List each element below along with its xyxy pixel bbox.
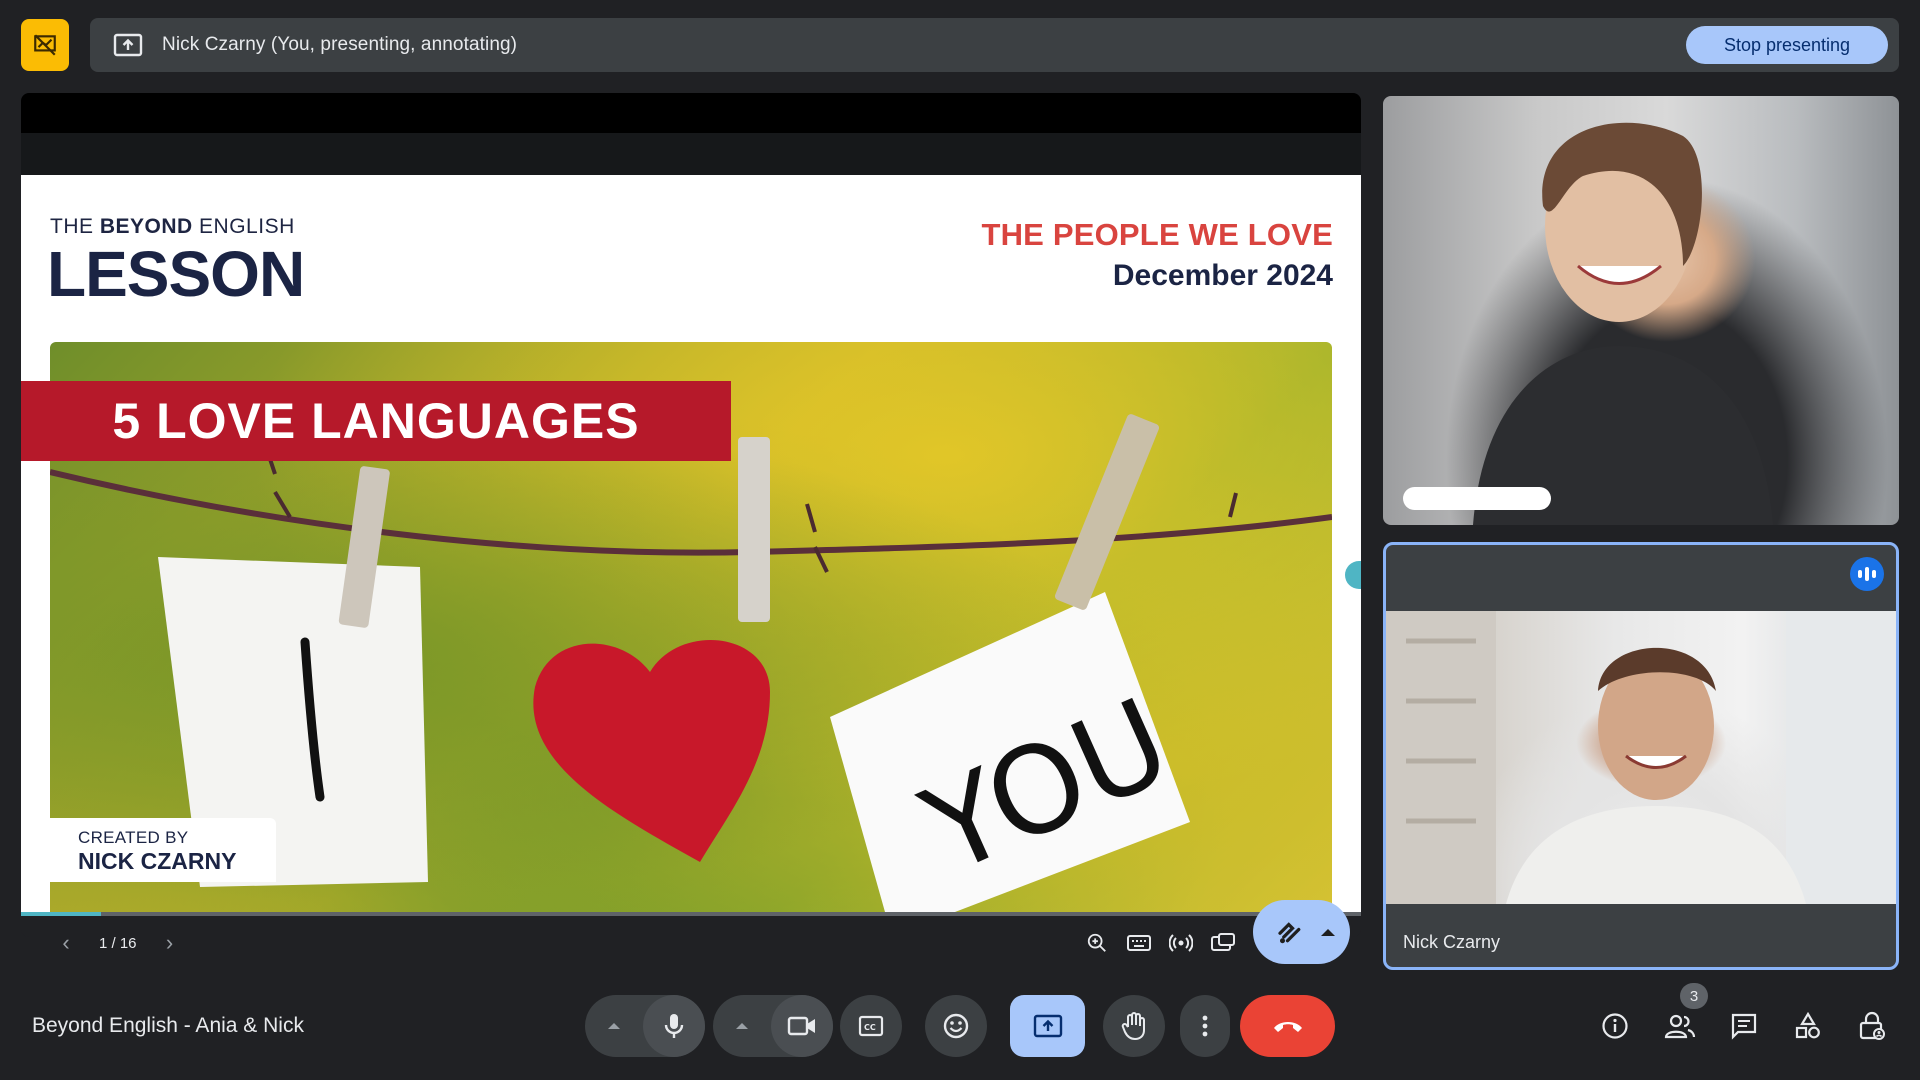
topic-banner: 5 LOVE LANGUAGES (21, 381, 731, 461)
meeting-details-button[interactable] (1595, 1006, 1635, 1046)
presenting-bar: Nick Czarny (You, presenting, annotating… (90, 18, 1899, 72)
slide-page-number: 1 / 16 (99, 934, 137, 952)
slide-tools (1083, 928, 1237, 958)
reactions-button[interactable] (925, 995, 987, 1057)
stage-letterbox-top (21, 93, 1361, 133)
activities-button[interactable] (1788, 1006, 1828, 1046)
brand-prefix: THE (50, 215, 94, 238)
host-controls-button[interactable] (1852, 1006, 1892, 1046)
broadcast-icon[interactable] (1167, 929, 1195, 957)
zoom-in-icon[interactable] (1083, 929, 1111, 957)
slide-progress-track (21, 912, 1361, 916)
participant-video-nick (1386, 611, 1896, 904)
annotate-pen-icon (1273, 915, 1307, 949)
video-settings-caret-icon[interactable] (713, 995, 771, 1057)
camera-control-group (713, 995, 833, 1057)
raise-hand-button[interactable] (1103, 995, 1165, 1057)
slide-progress-fill (21, 912, 102, 916)
presenter-status-text: Nick Czarny (You, presenting, annotating… (162, 34, 518, 55)
annotation-toggle[interactable] (1253, 900, 1350, 964)
speaking-indicator-icon (1850, 557, 1884, 591)
stop-presenting-button[interactable]: Stop presenting (1686, 26, 1888, 64)
leave-call-control (1240, 995, 1335, 1057)
slide-date: December 2024 (1112, 259, 1333, 292)
participant-video-ania (1473, 122, 1773, 525)
author-credit-label: CREATED BY (78, 828, 189, 847)
closed-captions-icon: CC (858, 1015, 884, 1037)
emoji-icon (943, 1013, 969, 1039)
brand-suffix: ENGLISH (199, 215, 295, 238)
presenting-indicator[interactable] (21, 19, 69, 71)
present-control (1010, 995, 1085, 1057)
info-icon (1602, 1013, 1628, 1039)
microphone-icon (664, 1014, 684, 1038)
slide-headline: THE PEOPLE WE LOVE (981, 217, 1333, 252)
chat-button[interactable] (1724, 1006, 1764, 1046)
next-slide-icon[interactable]: › (155, 930, 185, 956)
slide-canvas[interactable]: THE BEYOND ENGLISH LESSON THE PEOPLE WE … (21, 175, 1361, 912)
annotate-options-caret-icon[interactable] (1321, 928, 1335, 936)
activities-shapes-icon (1795, 1012, 1820, 1039)
present-now-button[interactable] (1010, 995, 1085, 1057)
leave-call-button[interactable] (1240, 995, 1335, 1057)
participant-count-badge: 3 (1680, 983, 1708, 1009)
reactions-control (925, 995, 987, 1057)
more-vertical-icon (1202, 1015, 1208, 1037)
presentation-stage: THE BEYOND ENGLISH LESSON THE PEOPLE WE … (21, 93, 1361, 937)
present-screen-icon (1033, 1014, 1062, 1038)
previous-slide-icon[interactable]: ‹ (51, 930, 81, 956)
more-options-control (1180, 995, 1230, 1057)
brand-lesson: LESSON (47, 238, 305, 310)
camera-button[interactable] (771, 995, 833, 1057)
hand-icon (1121, 1012, 1145, 1041)
audio-settings-caret-icon[interactable] (585, 995, 643, 1057)
present-screen-icon (112, 31, 144, 59)
stage-header-strip (21, 133, 1361, 175)
microphone-control-group (585, 995, 705, 1057)
author-credit: CREATED BY NICK CZARNY (50, 818, 276, 882)
people-icon (1664, 1014, 1696, 1039)
topic-banner-text: 5 LOVE LANGUAGES (112, 393, 640, 449)
keyboard-icon[interactable] (1125, 929, 1153, 957)
microphone-button[interactable] (643, 995, 705, 1057)
captions-button[interactable]: CC (840, 995, 902, 1057)
presentation-off-icon (34, 34, 56, 56)
slide-navigation: ‹ 1 / 16 › (21, 928, 1361, 958)
author-credit-name: NICK CZARNY (78, 848, 237, 874)
more-options-button[interactable] (1180, 995, 1230, 1057)
end-call-icon (1273, 1022, 1302, 1032)
picture-in-picture-icon[interactable] (1209, 929, 1237, 957)
captions-control: CC (840, 995, 902, 1057)
brand-bold: BEYOND (99, 215, 193, 238)
participant-name-pill (1403, 487, 1551, 510)
camera-icon (787, 1016, 815, 1036)
host-lock-icon (1859, 1011, 1885, 1040)
brand-title: THE BEYOND ENGLISH (50, 215, 295, 239)
participant-name: Nick Czarny (1403, 932, 1501, 952)
participant-tile-nick[interactable]: Nick Czarny (1383, 542, 1899, 970)
chat-icon (1731, 1013, 1757, 1040)
raise-hand-control (1103, 995, 1165, 1057)
participant-tile-ania[interactable] (1383, 96, 1899, 525)
meeting-title: Beyond English - Ania & Nick (32, 1014, 304, 1037)
people-button[interactable] (1660, 1006, 1700, 1046)
svg-text:CC: CC (864, 1023, 876, 1032)
